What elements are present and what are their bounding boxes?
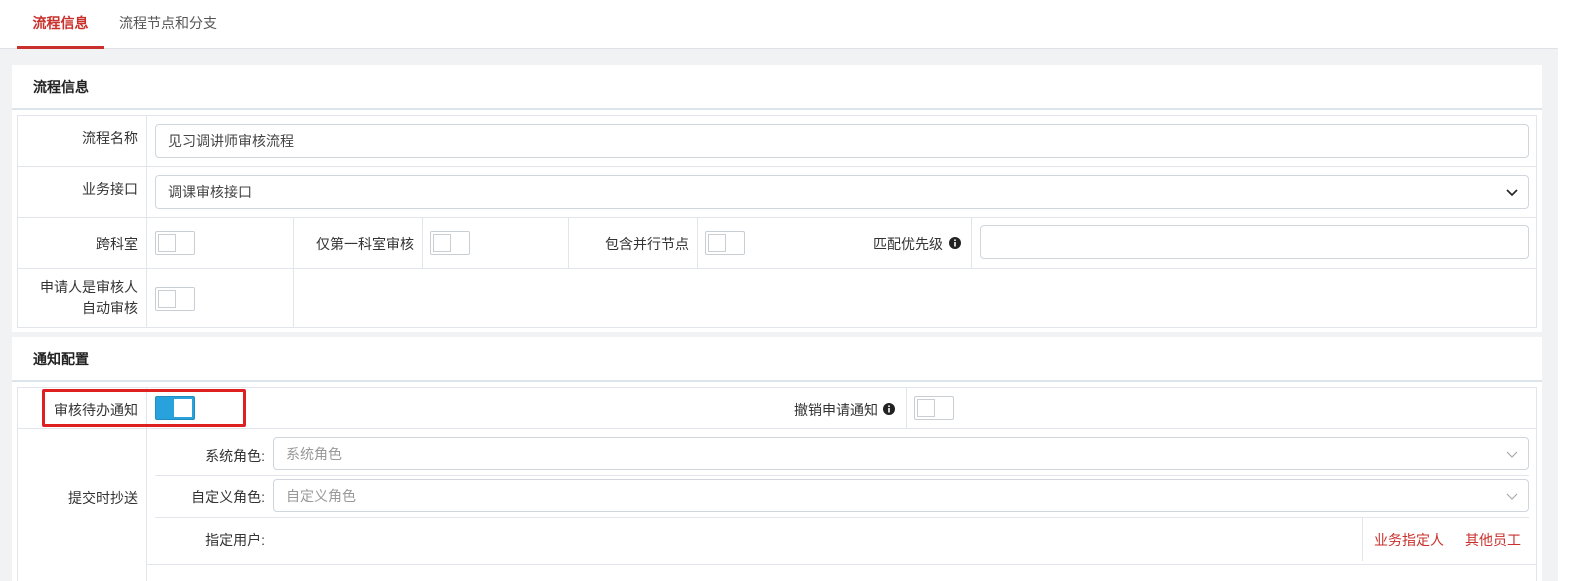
system-role-placeholder: 系统角色	[286, 446, 342, 462]
tab-bar: 流程信息 流程节点和分支	[0, 0, 1558, 49]
flow-name-input[interactable]: 见习调讲师审核流程	[155, 124, 1529, 158]
priority-input[interactable]	[980, 225, 1529, 259]
notify-title: 通知配置	[12, 337, 1542, 382]
flow-info-form: 流程名称 见习调讲师审核流程 业务接口 调课审核接口 跨科室 仅第一科室审核 包…	[17, 115, 1537, 328]
notify-panel: 通知配置 审核待办通知 撤销申请通知 提交时抄送 系统角色: 系统角色 自定义角…	[12, 337, 1542, 581]
info-icon[interactable]	[883, 403, 895, 415]
interface-label: 业务接口	[82, 181, 138, 197]
parallel-label: 包含并行节点	[605, 236, 689, 252]
divider	[147, 564, 1536, 565]
tab-flow-info[interactable]: 流程信息	[17, 0, 104, 49]
interface-row: 业务接口 调课审核接口	[18, 167, 1536, 218]
divider	[155, 475, 1529, 476]
cc-row: 提交时抄送 系统角色: 系统角色 自定义角色: 自定义角色 指定用户: 业务指定…	[18, 429, 1536, 581]
chevron-down-icon	[1506, 189, 1518, 197]
auto-review-row: 申请人是审核人 自动审核	[18, 269, 1536, 327]
divider	[155, 517, 1529, 518]
revoke-notify-label: 撤销申请通知	[794, 402, 878, 418]
priority-label: 匹配优先级	[873, 236, 943, 252]
cross-dept-toggle[interactable]	[155, 231, 195, 255]
highlight-box	[42, 389, 246, 427]
page-scrollbar[interactable]	[1558, 0, 1590, 581]
custom-role-label: 自定义角色:	[191, 489, 265, 505]
chevron-down-icon	[1506, 493, 1518, 500]
system-role-select[interactable]: 系统角色	[273, 437, 1529, 470]
revoke-notify-toggle[interactable]	[914, 396, 954, 420]
parallel-toggle[interactable]	[705, 231, 745, 255]
info-icon[interactable]	[949, 237, 961, 249]
divider	[1362, 518, 1363, 561]
business-assignee-link[interactable]: 业务指定人	[1374, 530, 1444, 550]
system-role-label: 系统角色:	[205, 448, 265, 464]
interface-select[interactable]: 调课审核接口	[155, 175, 1529, 209]
auto-review-toggle[interactable]	[155, 287, 195, 311]
flow-info-panel: 流程信息 流程名称 见习调讲师审核流程 业务接口 调课审核接口 跨科室 仅第一科…	[12, 65, 1542, 332]
flow-info-title: 流程信息	[12, 65, 1542, 110]
options-row: 跨科室 仅第一科室审核 包含并行节点 匹配优先级	[18, 218, 1536, 269]
auto-review-label: 申请人是审核人 自动审核	[40, 279, 138, 316]
first-dept-toggle[interactable]	[430, 231, 470, 255]
chevron-down-icon	[1506, 451, 1518, 458]
cc-label: 提交时抄送	[68, 490, 138, 506]
user-label: 指定用户:	[205, 532, 265, 548]
cross-dept-label: 跨科室	[96, 236, 138, 252]
first-dept-label: 仅第一科室审核	[316, 236, 414, 252]
flow-name-row: 流程名称 见习调讲师审核流程	[18, 116, 1536, 167]
flow-name-label: 流程名称	[82, 130, 138, 146]
interface-selected-value: 调课审核接口	[168, 184, 252, 200]
tab-flow-nodes[interactable]: 流程节点和分支	[119, 0, 217, 49]
custom-role-select[interactable]: 自定义角色	[273, 479, 1529, 512]
other-staff-link[interactable]: 其他员工	[1465, 530, 1521, 550]
custom-role-placeholder: 自定义角色	[286, 488, 356, 504]
